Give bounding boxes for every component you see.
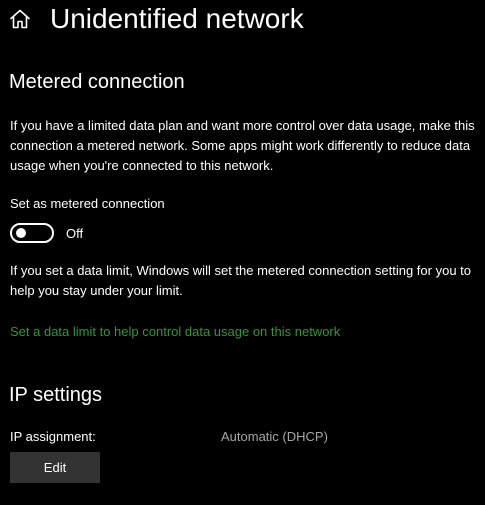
metered-description: If you have a limited data plan and want… — [10, 118, 475, 173]
ip-settings-heading: IP settings — [9, 384, 103, 406]
data-limit-description: If you set a data limit, Windows will se… — [10, 263, 471, 298]
home-icon[interactable] — [8, 7, 32, 31]
toggle-state-text: Off — [66, 226, 84, 241]
toggle-knob — [16, 228, 26, 238]
metered-toggle-label: Set as metered connection — [10, 196, 165, 211]
metered-connection-toggle[interactable] — [10, 223, 54, 243]
set-data-limit-link[interactable]: Set a data limit to help control data us… — [10, 322, 340, 342]
edit-button[interactable]: Edit — [10, 452, 100, 483]
metered-connection-heading: Metered connection — [9, 71, 185, 93]
ip-assignment-label: IP assignment: — [10, 429, 96, 444]
ip-assignment-value: Automatic (DHCP) — [221, 429, 328, 444]
page-title: Unidentified network — [50, 3, 304, 34]
